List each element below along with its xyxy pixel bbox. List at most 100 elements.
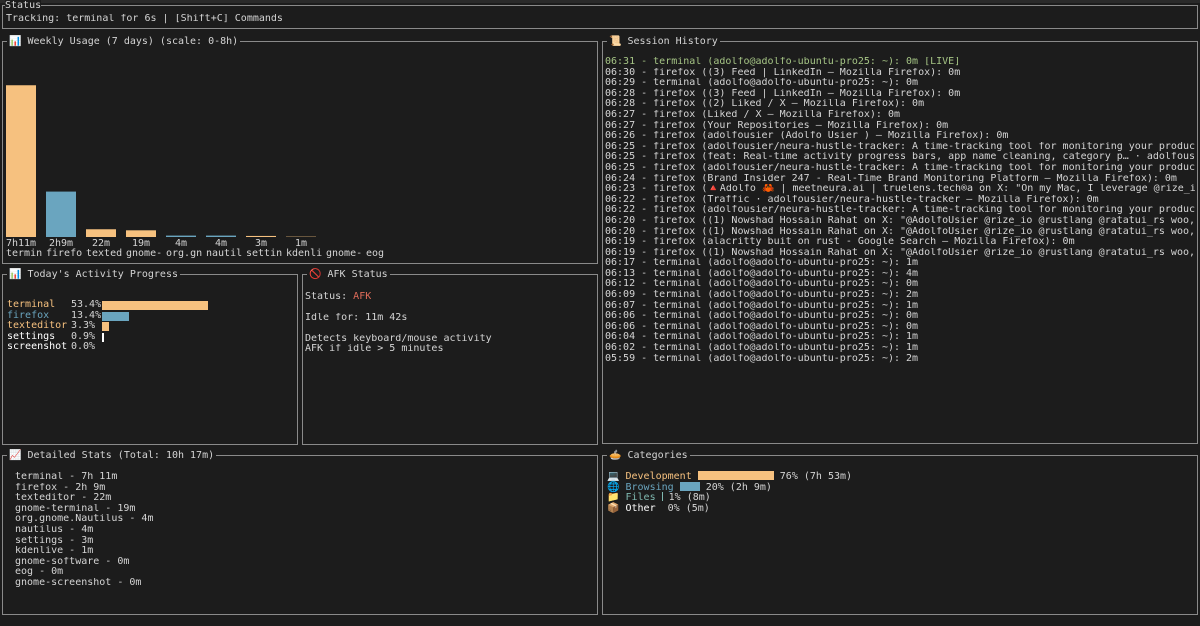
session-history-list[interactable]: 06:31 - terminal (adolfo@adolfo-ubuntu-p…	[605, 57, 1195, 364]
category-row: 📦 Other 0% (5m)	[607, 503, 710, 514]
afk-status-panel: 🚫 AFK Status Status: AFK Idle for: 11m 4…	[302, 269, 598, 445]
top-tab-strip	[0, 0, 1200, 3]
history-entry: 06:07 - terminal (adolfo@adolfo-ubuntu-p…	[605, 300, 919, 311]
categories-title: 🥧 Categories	[607, 450, 690, 461]
weekly-bar-6	[246, 235, 276, 237]
category-name: Development	[625, 471, 692, 482]
weekly-bar-0	[6, 85, 36, 238]
weekly-bar-2	[86, 229, 116, 237]
category-value: 1% (8m)	[668, 492, 711, 504]
detailed-stats-title: 📈 Detailed Stats (Total: 10h 17m)	[7, 450, 217, 461]
progress-bar	[102, 332, 104, 342]
history-entry: 06:31 - terminal (adolfo@adolfo-ubuntu-p…	[605, 57, 961, 67]
history-entry: 06:27 - firefox (Your Repositories — Moz…	[605, 120, 949, 131]
history-entry: 06:23 - firefox (🔺Adolfo 🦀 | meetneura.a…	[605, 184, 1195, 195]
detailed-stat-item: gnome-terminal - 19m	[15, 503, 136, 514]
globe-icon: 🌐	[607, 481, 620, 493]
history-entry: 06:12 - terminal (adolfo@adolfo-ubuntu-p…	[605, 279, 919, 290]
categories-title-text: Categories	[627, 450, 688, 461]
afk-idle-time: Idle for: 11m 42s	[305, 313, 408, 323]
progress-bar	[102, 311, 129, 321]
chart-increasing-icon: 📈	[9, 450, 22, 461]
detailed-stat-item: gnome-screenshot - 0m	[15, 577, 142, 588]
progress-percent: 53.4%	[71, 299, 102, 310]
history-entry: 06:25 - firefox (adolfousier/neura-hustl…	[605, 141, 1195, 152]
history-entry: 06:19 - firefox (alacritty buit on rust …	[605, 237, 1075, 248]
detailed-stat-item: nautilus - 4m	[15, 524, 94, 535]
category-name: Other	[625, 502, 656, 514]
history-entry: 06:22 - firefox (adolfousier/neura-hustl…	[605, 205, 1195, 216]
afk-status-line: Status: AFK	[305, 292, 371, 303]
category-bar	[697, 471, 774, 480]
weekly-usage-chart: 7h11mtermin2h9mfirefo22mtexted19mgnome-4…	[6, 85, 384, 259]
category-value: 76% (7h 53m)	[779, 471, 853, 482]
history-entry: 06:30 - firefox ((3) Feed | LinkedIn — M…	[605, 67, 961, 78]
weekly-bar-5	[206, 235, 236, 237]
status-panel: Status Tracking: terminal for 6s | [Shif…	[2, 0, 1198, 29]
package-icon: 📦	[607, 502, 620, 514]
progress-app-name: terminal	[7, 299, 56, 310]
detailed-stats-list: terminal - 7h 11m firefox - 2h 9m textedit…	[15, 472, 153, 589]
afk-title-text: AFK Status	[327, 269, 388, 280]
history-entry: 06:04 - terminal (adolfo@adolfo-ubuntu-p…	[605, 332, 919, 343]
history-entry: 06:28 - firefox ((2) Liked / X — Mozilla…	[605, 99, 925, 110]
afk-threshold-text: AFK if idle > 5 minutes	[305, 344, 444, 354]
status-text: Tracking: terminal for 6s | [Shift+C] Co…	[6, 14, 283, 24]
history-entry: 06:06 - terminal (adolfo@adolfo-ubuntu-p…	[605, 311, 919, 322]
weekly-category-label: gnome-	[326, 248, 362, 259]
weekly-category-label: gnome-	[126, 248, 162, 259]
afk-status-title: 🚫 AFK Status	[307, 269, 390, 280]
category-name: Files	[625, 492, 656, 504]
weekly-category-label: org.gn	[166, 248, 202, 259]
history-entry: 06:29 - terminal (adolfo@adolfo-ubuntu-p…	[605, 78, 919, 89]
weekly-category-label: firefo	[46, 248, 82, 259]
status-title: Status	[5, 0, 42, 11]
history-entry: 06:13 - terminal (adolfo@adolfo-ubuntu-p…	[605, 268, 919, 279]
weekly-category-label: termin	[6, 248, 42, 259]
detailed-stats-panel: 📈 Detailed Stats (Total: 10h 17m) termin…	[2, 450, 598, 615]
progress-bar	[102, 322, 109, 332]
afk-status-label: Status:	[305, 292, 354, 302]
session-history-title: 📜 Session History	[607, 36, 720, 47]
category-row: 🌐 Browsing 20% (2h 9m)	[607, 481, 772, 493]
activity-progress-panel: 📊 Today's Activity Progress terminal 53.4…	[2, 269, 298, 445]
history-entry: 06:09 - terminal (adolfo@adolfo-ubuntu-p…	[605, 290, 919, 301]
detailed-stats-title-text: Detailed Stats (Total: 10h 17m)	[27, 450, 215, 461]
bar-chart-icon: 📊	[9, 269, 22, 280]
history-entry: 06:25 - firefox (adolfousier/neura-hustl…	[605, 162, 1195, 173]
activity-progress-title: 📊 Today's Activity Progress	[7, 269, 180, 280]
no-entry-icon: 🚫	[309, 269, 322, 280]
detailed-stat-item: org.gnome.Nautilus - 4m	[15, 514, 154, 525]
history-entry: 06:02 - terminal (adolfo@adolfo-ubuntu-p…	[605, 343, 919, 354]
category-bar	[679, 481, 700, 491]
history-entry: 06:27 - firefox (Liked / X — Mozilla Fir…	[605, 109, 901, 120]
weekly-category-label: eog	[366, 248, 384, 259]
session-history-title-text: Session History	[627, 36, 718, 47]
weekly-usage-panel: 📊 Weekly Usage (7 days) (scale: 0-8h) 7h…	[2, 36, 598, 264]
weekly-category-label: kdenli	[286, 248, 322, 259]
detailed-stat-item: eog - 0m	[15, 567, 64, 578]
categories-panel: 🥧 Categories 💻 Development 76% (7h 53m) 🌐…	[602, 450, 1198, 615]
afk-detects-text: Detects keyboard/mouse activity	[305, 334, 492, 344]
laptop-icon: 💻	[607, 471, 620, 482]
history-entry: 06:20 - firefox ((1) Nowshad Hossain Rah…	[605, 226, 1195, 237]
history-entry: 05:59 - terminal (adolfo@adolfo-ubuntu-p…	[605, 353, 919, 364]
category-value: 20% (2h 9m)	[705, 481, 772, 493]
weekly-bar-4	[166, 235, 196, 237]
folder-icon: 📁	[607, 492, 620, 504]
category-value: 0% (5m)	[667, 502, 710, 514]
history-entry: 06:26 - firefox (adolfousier (Adolfo Usi…	[605, 131, 1009, 142]
weekly-category-label: texted	[86, 248, 122, 259]
weekly-category-label: settin	[246, 248, 282, 259]
category-name: Browsing	[625, 481, 674, 493]
scroll-icon: 📜	[609, 36, 622, 47]
history-entry: 06:24 - firefox (Brand Insider 247 - Rea…	[605, 173, 1177, 184]
progress-bar	[102, 301, 208, 310]
weekly-category-label: nautil	[206, 248, 242, 259]
detailed-stat-item: terminal - 7h 11m	[15, 472, 118, 482]
category-row: 💻 Development 76% (7h 53m)	[607, 471, 852, 482]
history-entry: 06:22 - firefox (Traffic · adolfousier/n…	[605, 194, 1099, 205]
progress-percent: 0.0%	[71, 341, 96, 353]
history-entry: 06:20 - firefox ((1) Nowshad Hossain Rah…	[605, 215, 1195, 226]
pie-icon: 🥧	[609, 450, 622, 461]
